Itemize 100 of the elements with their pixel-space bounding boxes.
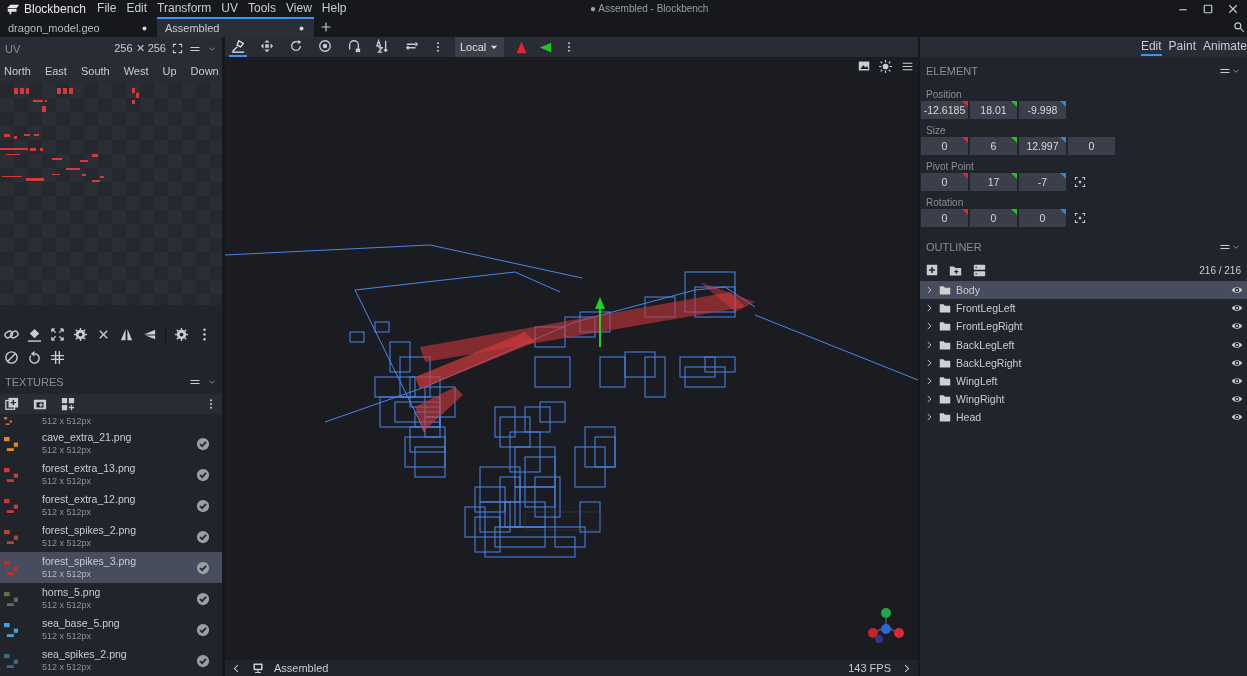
new-tab-icon[interactable] <box>320 21 332 33</box>
center-pivot-icon[interactable] <box>1074 176 1086 188</box>
texture-thumbnail <box>4 417 12 425</box>
number-field[interactable]: 6 <box>970 137 1017 155</box>
group-name: BackLegLeft <box>956 338 1016 351</box>
search-icon[interactable] <box>1233 21 1245 33</box>
texture-item[interactable]: horns_5.png 512 x 512px <box>0 583 222 614</box>
resize-icon <box>260 39 274 53</box>
close-icon[interactable] <box>1227 2 1239 15</box>
axis-gizmo-icon[interactable] <box>865 607 907 645</box>
mirror-icon[interactable] <box>119 327 134 342</box>
texture-grid-icon[interactable] <box>61 397 75 411</box>
menu-item[interactable]: Tools <box>243 0 281 17</box>
texture-item[interactable]: sea_base_5.png 512 x 512px <box>0 614 222 645</box>
face-tab[interactable]: South <box>80 65 115 79</box>
texture-name: cave_extra_21.png <box>42 431 133 444</box>
number-field[interactable]: 12.997 <box>1019 137 1066 155</box>
group-name: FrontLegLeft <box>956 302 1017 315</box>
outliner-item[interactable]: FrontLegLeft <box>920 299 1247 318</box>
import-texture-icon[interactable] <box>33 397 47 411</box>
menu-item[interactable]: Edit <box>121 0 153 17</box>
paint-bucket-icon[interactable] <box>27 327 42 342</box>
file-tab[interactable]: dragon_model.geo <box>0 17 157 37</box>
menu-item[interactable]: Help <box>316 0 352 17</box>
number-field[interactable]: 0 <box>921 209 968 227</box>
outliner-item[interactable]: Body <box>920 281 1247 300</box>
fullscreen-icon[interactable] <box>172 43 183 54</box>
background-image-icon[interactable] <box>858 60 870 72</box>
texture-size: 512 x 512px <box>42 444 93 456</box>
check-icon[interactable] <box>196 591 210 606</box>
outliner-item[interactable]: BackLegLeft <box>920 335 1247 354</box>
number-field[interactable]: 0 <box>921 173 968 191</box>
file-tab[interactable]: Assembled <box>157 17 314 37</box>
texture-name: sea_base_5.png <box>42 617 121 630</box>
texture-item[interactable]: forest_extra_13.png 512 x 512px <box>0 459 222 490</box>
menu-item[interactable]: UV <box>216 0 243 17</box>
add-cube-icon[interactable] <box>926 264 938 276</box>
folder-icon <box>939 375 951 388</box>
check-icon[interactable] <box>196 529 210 544</box>
texture-item[interactable]: 512 x 512px <box>0 414 222 428</box>
group-name: Body <box>956 284 981 297</box>
outliner-item[interactable]: WingRight <box>920 390 1247 409</box>
tool-button[interactable] <box>229 37 247 57</box>
check-icon[interactable] <box>196 653 210 668</box>
number-field[interactable]: 0 <box>970 209 1017 227</box>
mirror-y-icon[interactable] <box>539 40 553 54</box>
texture-item[interactable]: cave_extra_21.png 512 x 512px <box>0 428 222 459</box>
outliner-item[interactable]: FrontLegRight <box>920 317 1247 336</box>
number-field[interactable]: -7 <box>1019 173 1066 191</box>
number-field[interactable]: 0 <box>1068 137 1115 155</box>
panel-title: TEXTURES <box>5 376 64 388</box>
check-icon[interactable] <box>196 560 210 575</box>
number-field[interactable]: 17 <box>970 173 1017 191</box>
flip-icon[interactable] <box>142 327 157 342</box>
mirror-x-icon[interactable] <box>515 40 529 54</box>
number-field[interactable]: 0 <box>921 137 968 155</box>
outliner-item[interactable]: WingLeft <box>920 371 1247 391</box>
texture-item[interactable]: forest_spikes_2.png 512 x 512px <box>0 521 222 552</box>
expand-icon[interactable] <box>50 327 65 342</box>
mode-tab[interactable]: Animate <box>1202 38 1247 56</box>
lighting-icon[interactable] <box>879 60 892 73</box>
face-tab[interactable]: North <box>4 65 36 79</box>
monitor-icon[interactable] <box>252 662 264 674</box>
mode-tab[interactable]: Edit <box>1140 38 1162 56</box>
face-tab[interactable]: West <box>123 65 154 79</box>
check-icon[interactable] <box>196 467 210 482</box>
outliner-count: 216 / 216 <box>1199 264 1241 276</box>
menu-item[interactable]: Transform <box>152 0 217 17</box>
move-arrow-icon[interactable] <box>595 297 605 348</box>
gear-icon[interactable] <box>174 327 189 342</box>
texture-item[interactable]: forest_spikes_3.png 512 x 512px <box>0 552 222 583</box>
space-dropdown[interactable]: Local <box>455 37 505 57</box>
link-icon[interactable] <box>4 327 19 342</box>
menu-icon[interactable] <box>901 60 914 73</box>
texture-size: 512 x 512px <box>42 475 93 487</box>
center-pivot-icon[interactable] <box>1074 212 1086 224</box>
check-icon[interactable] <box>196 498 210 513</box>
field-label: Position <box>925 88 963 101</box>
grid-icon[interactable] <box>50 350 65 365</box>
check-icon[interactable] <box>196 622 210 637</box>
number-field[interactable]: -9.998 <box>1019 101 1066 119</box>
texture-item[interactable]: forest_extra_12.png 512 x 512px <box>0 490 222 521</box>
menu-item[interactable]: View <box>281 0 317 17</box>
mode-tab[interactable]: Paint <box>1168 38 1196 56</box>
rotate-icon[interactable] <box>27 350 42 365</box>
texture-thumbnail <box>4 436 18 451</box>
face-tab[interactable]: Up <box>162 65 182 79</box>
add-texture-icon[interactable] <box>5 397 19 411</box>
check-icon[interactable] <box>196 436 210 451</box>
number-field[interactable]: 18.01 <box>970 101 1017 119</box>
add-folder-icon[interactable] <box>949 263 962 277</box>
menu-item[interactable]: File <box>92 0 122 17</box>
face-tab[interactable]: Down <box>190 65 222 79</box>
number-field[interactable]: 0 <box>1019 209 1066 227</box>
maximize-icon[interactable] <box>1202 2 1214 15</box>
outliner-item[interactable]: BackLegRight <box>920 353 1247 372</box>
number-field[interactable]: -12.6185 <box>921 101 968 119</box>
outliner-item[interactable]: Head <box>920 408 1247 427</box>
texture-item[interactable]: sea_spikes_2.png 512 x 512px <box>0 645 222 676</box>
face-tab[interactable]: East <box>44 65 72 79</box>
